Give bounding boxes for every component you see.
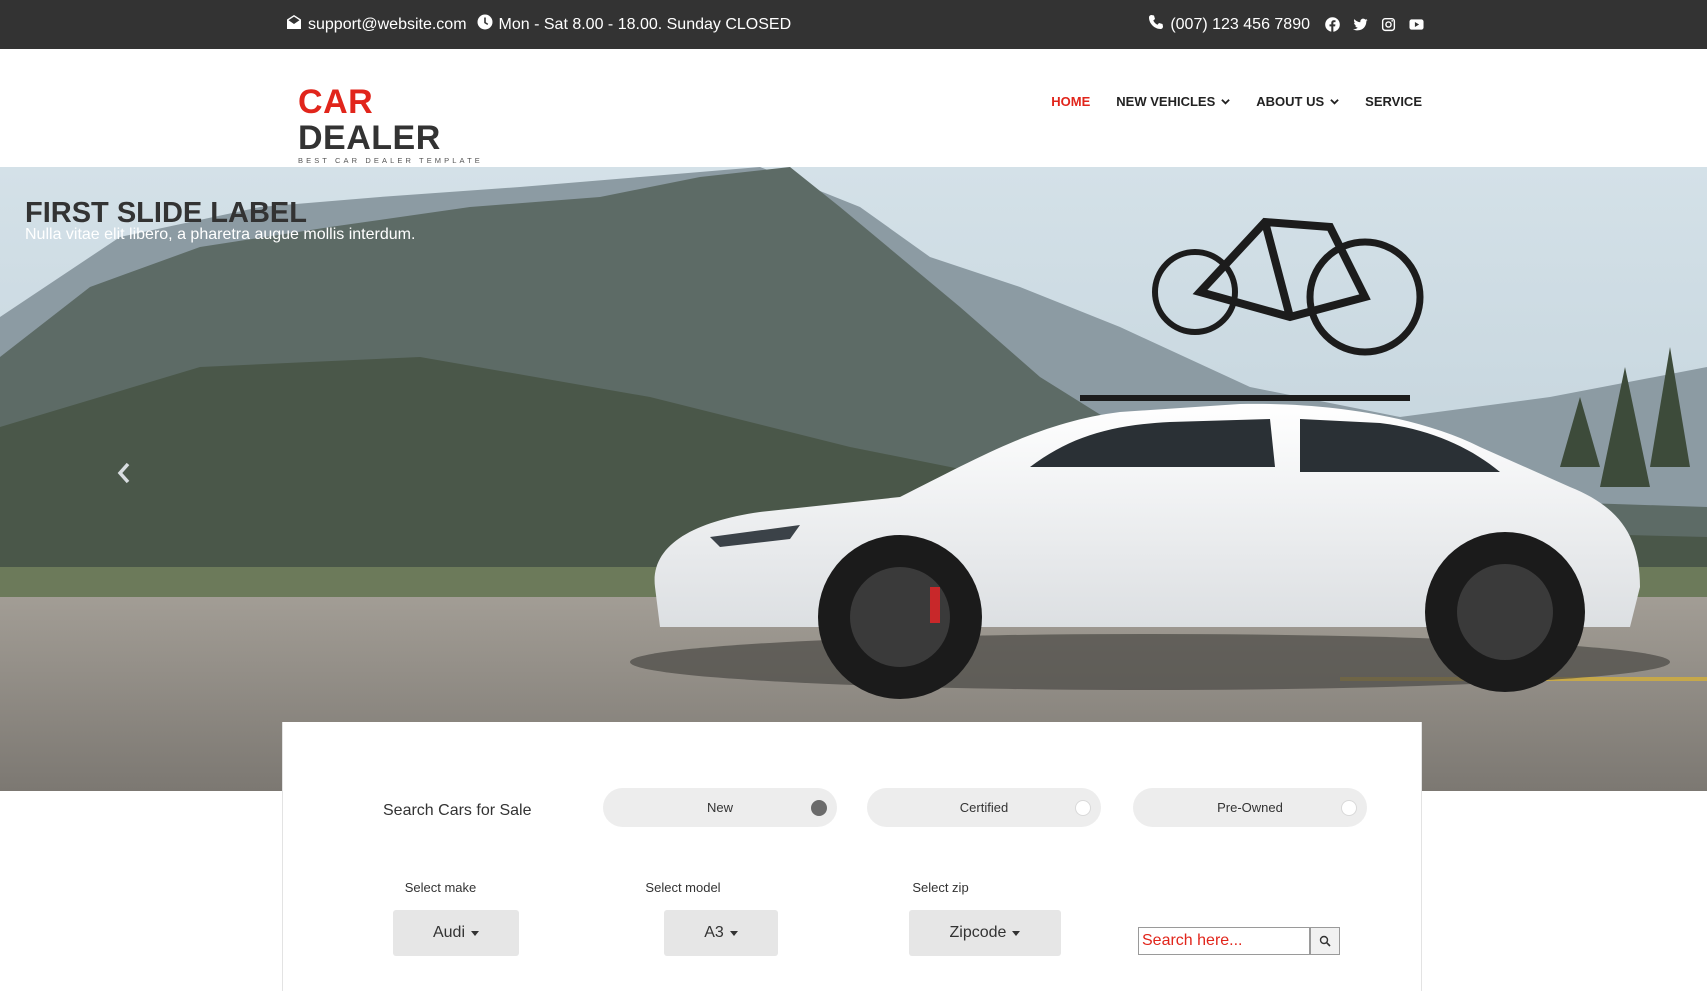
chevron-down-icon bbox=[1221, 98, 1231, 105]
radio-indicator bbox=[811, 800, 827, 816]
opening-hours: Mon - Sat 8.00 - 18.00. Sunday CLOSED bbox=[477, 14, 792, 35]
condition-certified-toggle[interactable]: Certified bbox=[867, 788, 1101, 827]
nav-home[interactable]: HOME bbox=[1051, 94, 1090, 109]
phone-contact[interactable]: (007) 123 456 7890 bbox=[1148, 14, 1310, 35]
radio-indicator bbox=[1075, 800, 1091, 816]
email-text: support@website.com bbox=[308, 15, 467, 33]
radio-indicator bbox=[1341, 800, 1357, 816]
caret-down-icon bbox=[1012, 930, 1021, 936]
chevron-left-icon bbox=[117, 462, 130, 484]
phone-text: (007) 123 456 7890 bbox=[1170, 15, 1310, 33]
search-input[interactable] bbox=[1138, 927, 1310, 955]
zip-dropdown[interactable]: Zipcode bbox=[909, 910, 1061, 956]
hours-text: Mon - Sat 8.00 - 18.00. Sunday CLOSED bbox=[498, 15, 792, 33]
nav-service[interactable]: SERVICE bbox=[1365, 94, 1422, 109]
twitter-icon[interactable] bbox=[1352, 17, 1368, 33]
main-nav: HOME NEW VEHICLES ABOUT US SERVICE bbox=[1051, 49, 1422, 153]
top-bar-left: support@website.com Mon - Sat 8.00 - 18.… bbox=[286, 0, 791, 49]
condition-label: Certified bbox=[959, 800, 1009, 815]
logo-wordmark: CAR DEALER bbox=[298, 83, 441, 157]
logo[interactable]: CAR DEALER BEST CAR DEALER TEMPLATE bbox=[298, 84, 508, 165]
model-dropdown[interactable]: A3 bbox=[664, 910, 778, 956]
email-contact[interactable]: support@website.com bbox=[286, 14, 467, 35]
search-icon bbox=[1319, 935, 1331, 947]
carousel-prev-button[interactable] bbox=[112, 459, 136, 487]
slide-subtitle: Nulla vitae elit libero, a pharetra augu… bbox=[25, 226, 416, 243]
caret-down-icon bbox=[729, 930, 738, 936]
site-header: CAR DEALER BEST CAR DEALER TEMPLATE HOME… bbox=[0, 49, 1707, 167]
condition-label: Pre-Owned bbox=[1217, 800, 1283, 815]
caret-down-icon bbox=[471, 930, 480, 936]
condition-pre-owned-toggle[interactable]: Pre-Owned bbox=[1133, 788, 1367, 827]
make-value: Audi bbox=[432, 924, 466, 941]
chevron-down-icon bbox=[1330, 98, 1339, 105]
instagram-icon[interactable] bbox=[1380, 17, 1396, 33]
logo-car-accent: A bbox=[323, 83, 349, 121]
hero-image bbox=[0, 167, 1707, 791]
envelope-open-icon bbox=[286, 14, 302, 35]
select-zip-label: Select zip bbox=[912, 880, 969, 895]
social-links bbox=[1324, 17, 1424, 33]
youtube-icon[interactable] bbox=[1408, 17, 1424, 33]
top-bar-right: (007) 123 456 7890 bbox=[1148, 0, 1424, 49]
logo-tagline: BEST CAR DEALER TEMPLATE bbox=[298, 156, 483, 165]
zip-value: Zipcode bbox=[949, 924, 1007, 941]
select-make-label: Select make bbox=[404, 880, 477, 895]
search-button[interactable] bbox=[1310, 927, 1340, 955]
select-model-label: Select model bbox=[645, 880, 721, 895]
search-title: Search Cars for Sale bbox=[383, 802, 532, 819]
make-dropdown[interactable]: Audi bbox=[393, 910, 519, 956]
clock-icon bbox=[477, 14, 493, 35]
condition-new-toggle[interactable]: New bbox=[603, 788, 837, 827]
top-bar: support@website.com Mon - Sat 8.00 - 18.… bbox=[0, 0, 1707, 49]
nav-new-vehicles[interactable]: NEW VEHICLES bbox=[1116, 94, 1231, 109]
hero-carousel: FIRST SLIDE LABEL Nulla vitae elit liber… bbox=[0, 167, 1707, 791]
condition-label: New bbox=[706, 800, 733, 815]
phone-icon bbox=[1148, 14, 1164, 35]
search-panel: Search Cars for Sale New Certified Pre-O… bbox=[282, 722, 1422, 991]
facebook-icon[interactable] bbox=[1324, 17, 1340, 33]
model-value: A3 bbox=[704, 924, 724, 941]
nav-about-us[interactable]: ABOUT US bbox=[1256, 94, 1339, 109]
